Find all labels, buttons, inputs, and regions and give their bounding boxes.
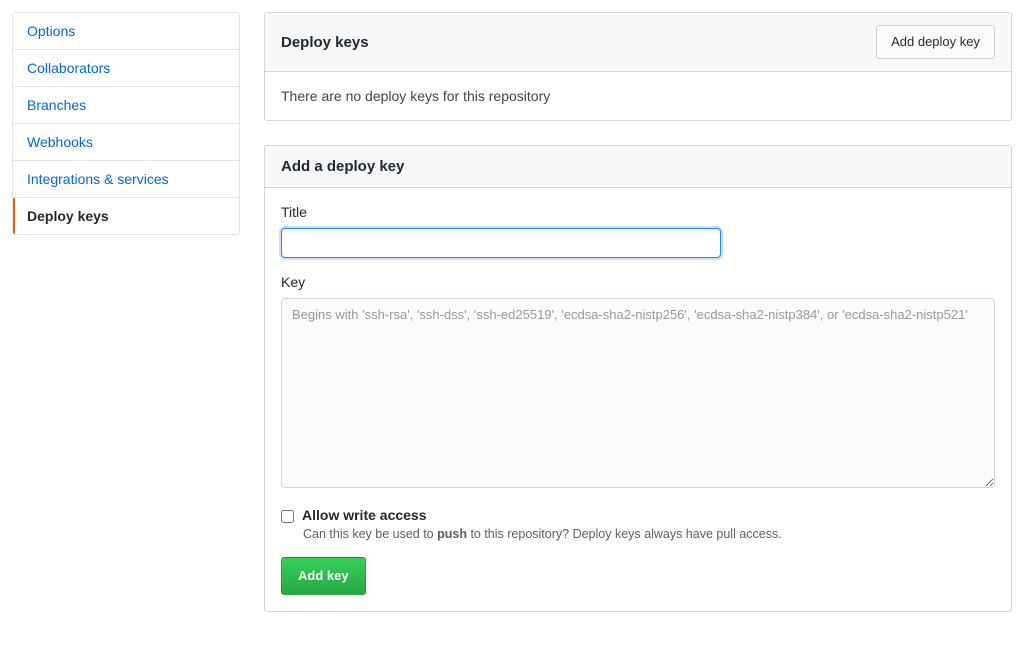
allow-write-label[interactable]: Allow write access	[302, 507, 427, 523]
deploy-keys-empty-message: There are no deploy keys for this reposi…	[281, 88, 995, 104]
sidebar-nav: Options Collaborators Branches Webhooks …	[12, 12, 240, 235]
allow-write-hint-suffix: to this repository? Deploy keys always h…	[467, 527, 782, 541]
sidebar-item-collaborators[interactable]: Collaborators	[13, 50, 239, 87]
title-label: Title	[281, 204, 995, 220]
main-content: Deploy keys Add deploy key There are no …	[264, 12, 1012, 636]
add-deploy-key-panel-header: Add a deploy key	[265, 146, 1011, 188]
title-input[interactable]	[281, 228, 721, 258]
add-deploy-key-panel: Add a deploy key Title Key Allow write a…	[264, 145, 1012, 612]
deploy-keys-panel-body: There are no deploy keys for this reposi…	[265, 72, 1011, 120]
key-field-group: Key	[281, 274, 995, 491]
key-textarea[interactable]	[281, 298, 995, 488]
title-field-group: Title	[281, 204, 995, 258]
add-deploy-key-button[interactable]: Add deploy key	[876, 25, 995, 59]
sidebar-item-deploy-keys[interactable]: Deploy keys	[13, 198, 239, 234]
allow-write-hint-prefix: Can this key be used to	[303, 527, 437, 541]
allow-write-checkbox[interactable]	[281, 510, 294, 523]
deploy-keys-panel-header: Deploy keys Add deploy key	[265, 13, 1011, 72]
add-deploy-key-title: Add a deploy key	[281, 158, 404, 175]
sidebar-item-integrations[interactable]: Integrations & services	[13, 161, 239, 198]
sidebar-item-options[interactable]: Options	[13, 13, 239, 50]
allow-write-hint: Can this key be used to push to this rep…	[303, 527, 995, 541]
deploy-keys-title: Deploy keys	[281, 34, 369, 51]
settings-sidebar: Options Collaborators Branches Webhooks …	[12, 12, 240, 636]
key-label: Key	[281, 274, 995, 290]
allow-write-row: Allow write access	[281, 507, 995, 523]
sidebar-item-webhooks[interactable]: Webhooks	[13, 124, 239, 161]
allow-write-hint-strong: push	[437, 527, 467, 541]
add-deploy-key-form: Title Key Allow write access Can this ke…	[265, 188, 1011, 611]
add-key-button[interactable]: Add key	[281, 557, 366, 595]
deploy-keys-panel: Deploy keys Add deploy key There are no …	[264, 12, 1012, 121]
sidebar-item-branches[interactable]: Branches	[13, 87, 239, 124]
